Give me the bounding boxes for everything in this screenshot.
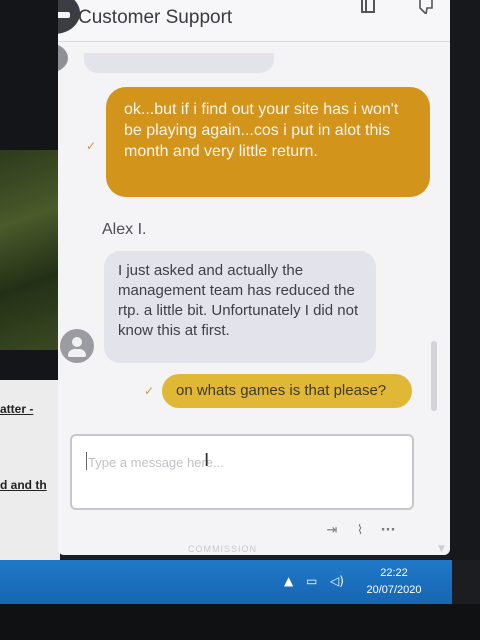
background-ghost-text: COMMISSION xyxy=(188,544,258,554)
window-icon[interactable] xyxy=(356,0,380,14)
background-link-2[interactable]: d and th xyxy=(0,478,58,492)
network-icon[interactable]: ▭ xyxy=(306,573,317,589)
message-scrollbar[interactable] xyxy=(431,341,437,411)
message-bubble-incoming: I just asked and actually the management… xyxy=(104,251,376,363)
delivered-check-icon: ✓ xyxy=(86,139,97,153)
clock-time[interactable]: 22:22 xyxy=(364,565,424,581)
agent-name: Alex I. xyxy=(102,221,147,238)
scroll-down-icon[interactable]: ▼ xyxy=(438,544,445,554)
background-page: atter - d and th xyxy=(0,0,60,560)
monitor-bezel xyxy=(0,604,480,640)
user-avatar xyxy=(58,43,68,73)
agent-avatar-icon xyxy=(60,329,94,363)
delivered-check-icon: ✓ xyxy=(144,384,155,398)
ibeam-cursor-icon: Ⅰ xyxy=(204,450,210,471)
clock-date[interactable]: 20/07/2020 xyxy=(356,582,432,598)
text-caret xyxy=(86,452,87,470)
support-avatar xyxy=(58,0,80,34)
more-icon[interactable]: ··· xyxy=(378,523,398,539)
message-bubble-outgoing: ok...but if i find out your site has i w… xyxy=(106,87,430,197)
background-photo xyxy=(0,150,60,350)
message-composer[interactable]: Ⅰ xyxy=(70,434,414,510)
background-right-strip xyxy=(450,0,480,560)
taskbar: ▲ ▭ ◁) 22:22 20/07/2020 xyxy=(0,560,452,604)
speaker-icon[interactable]: ◁) xyxy=(330,573,344,589)
thumbs-down-icon[interactable] xyxy=(414,0,438,16)
exit-icon[interactable]: ⇥ xyxy=(322,523,342,539)
message-list[interactable]: ✓ ok...but if i find out your site has i… xyxy=(58,43,450,423)
message-input[interactable] xyxy=(88,452,388,472)
message-bubble-previous xyxy=(84,53,274,73)
chat-header: Customer Support xyxy=(58,0,450,42)
chat-title: Customer Support xyxy=(78,7,233,28)
chevron-up-icon[interactable]: ▲ xyxy=(284,573,293,589)
message-bubble-outgoing: on whats games is that please? xyxy=(162,374,412,408)
chat-window: Customer Support ✓ ok...but if i find ou… xyxy=(58,0,450,555)
background-link-1[interactable]: atter - xyxy=(0,402,58,416)
attachment-icon[interactable]: ⌇ xyxy=(350,523,370,539)
